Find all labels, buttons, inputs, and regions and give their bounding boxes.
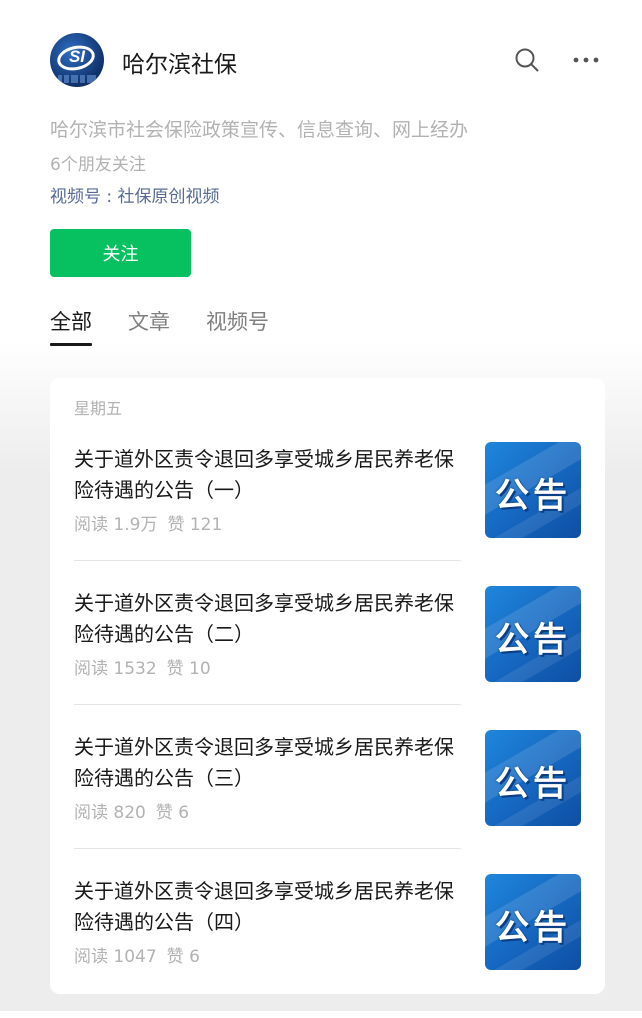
divider — [74, 704, 461, 705]
avatar-logo-text: SI — [68, 47, 86, 66]
tab-all[interactable]: 全部 — [50, 306, 92, 336]
article-stats: 阅读 1047 赞 6 — [74, 942, 200, 967]
friends-following: 6个朋友关注 — [50, 155, 146, 175]
thumbnail-text: 公告 — [495, 908, 571, 948]
article-title[interactable]: 关于道外区责令退回多享受城乡居民养老保险待遇的公告（二） — [74, 588, 464, 650]
more-icon[interactable] — [572, 47, 600, 73]
follow-button[interactable]: 关注 — [50, 229, 191, 277]
account-description: 哈尔滨市社会保险政策宣传、信息查询、网上经办 — [50, 119, 469, 141]
thumbnail-text: 公告 — [495, 476, 571, 516]
list-item[interactable]: 关于道外区责令退回多享受城乡居民养老保险待遇的公告（四） 阅读 1047 赞 6 … — [50, 874, 605, 1018]
like-count: 赞 10 — [166, 659, 211, 679]
tab-articles[interactable]: 文章 — [128, 306, 170, 336]
article-stats: 阅读 1532 赞 10 — [74, 654, 211, 679]
article-stats: 阅读 1.9万赞 121 — [74, 510, 222, 535]
list-item[interactable]: 关于道外区责令退回多享受城乡居民养老保险待遇的公告（一） 阅读 1.9万赞 12… — [50, 442, 605, 586]
article-feed-card: 星期五 关于道外区责令退回多享受城乡居民养老保险待遇的公告（一） 阅读 1.9万… — [50, 378, 605, 994]
divider — [74, 560, 461, 561]
list-item[interactable]: 关于道外区责令退回多享受城乡居民养老保险待遇的公告（二） 阅读 1532 赞 10… — [50, 586, 605, 730]
list-item[interactable]: 关于道外区责令退回多享受城乡居民养老保险待遇的公告（三） 阅读 820 赞 6 公… — [50, 730, 605, 874]
article-thumbnail[interactable]: 公告 — [485, 874, 581, 970]
read-count: 阅读 820 — [74, 803, 146, 823]
article-title[interactable]: 关于道外区责令退回多享受城乡居民养老保险待遇的公告（四） — [74, 876, 464, 938]
read-count: 阅读 1047 — [74, 947, 157, 967]
profile-header: SI 哈尔滨社保 — [50, 33, 610, 89]
article-title[interactable]: 关于道外区责令退回多享受城乡居民养老保险待遇的公告（一） — [74, 444, 464, 506]
skyline-decoration — [58, 75, 96, 83]
divider — [74, 848, 461, 849]
like-count: 赞 121 — [167, 515, 223, 535]
avatar[interactable]: SI — [50, 33, 104, 87]
read-count: 阅读 1532 — [74, 659, 157, 679]
day-label: 星期五 — [74, 399, 123, 418]
active-tab-indicator — [50, 343, 92, 346]
article-title[interactable]: 关于道外区责令退回多享受城乡居民养老保险待遇的公告（三） — [74, 732, 464, 794]
like-count: 赞 6 — [155, 803, 190, 823]
thumbnail-text: 公告 — [495, 764, 571, 804]
read-count: 阅读 1.9万 — [74, 515, 158, 535]
thumbnail-text: 公告 — [495, 620, 571, 660]
article-stats: 阅读 820 赞 6 — [74, 798, 189, 823]
account-name: 哈尔滨社保 — [122, 52, 237, 78]
article-thumbnail[interactable]: 公告 — [485, 586, 581, 682]
search-icon[interactable] — [514, 47, 540, 73]
like-count: 赞 6 — [166, 947, 200, 967]
article-thumbnail[interactable]: 公告 — [485, 442, 581, 538]
article-thumbnail[interactable]: 公告 — [485, 730, 581, 826]
video-channel-link[interactable]: 视频号 : 社保原创视频 — [50, 182, 220, 207]
tab-video-channel[interactable]: 视频号 — [206, 306, 269, 336]
